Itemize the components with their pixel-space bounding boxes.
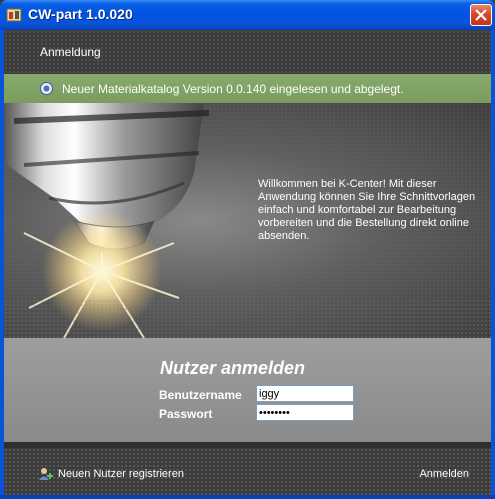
footer-bar: Neuen Nutzer registrieren Anmelden: [4, 448, 491, 495]
login-heading: Nutzer anmelden: [160, 358, 306, 378]
close-icon: [475, 9, 487, 21]
hero-banner: Willkommen bei K-Center! Mit dieser Anwe…: [4, 103, 491, 338]
password-label: Passwort: [159, 407, 213, 421]
window-border-right: [491, 30, 495, 499]
app-icon: [6, 7, 22, 23]
menu-bar: Anmeldung: [4, 30, 491, 74]
notification-text: Neuer Materialkatalog Version 0.0.140 ei…: [62, 82, 404, 96]
register-user-label: Neuen Nutzer registrieren: [58, 467, 184, 480]
username-label: Benutzername: [159, 388, 242, 402]
add-user-icon: [39, 468, 53, 480]
register-user-button[interactable]: Neuen Nutzer registrieren: [38, 467, 184, 481]
info-icon: [40, 82, 53, 95]
login-button[interactable]: Anmelden: [419, 468, 469, 480]
close-button[interactable]: [470, 4, 492, 26]
window-border-bottom: [0, 495, 495, 499]
menu-item-anmeldung[interactable]: Anmeldung: [40, 45, 101, 59]
window-title: CW-part 1.0.020: [28, 6, 133, 22]
notification-bar: Neuer Materialkatalog Version 0.0.140 ei…: [4, 74, 491, 103]
username-input[interactable]: [256, 385, 354, 402]
title-bar[interactable]: CW-part 1.0.020: [0, 0, 495, 30]
password-input[interactable]: [256, 404, 354, 421]
welcome-text: Willkommen bei K-Center! Mit dieser Anwe…: [258, 178, 476, 242]
login-panel: Nutzer anmelden Benutzername Passwort: [4, 338, 491, 442]
app-window: CW-part 1.0.020 Anmeldung Neuer Material…: [0, 0, 495, 499]
